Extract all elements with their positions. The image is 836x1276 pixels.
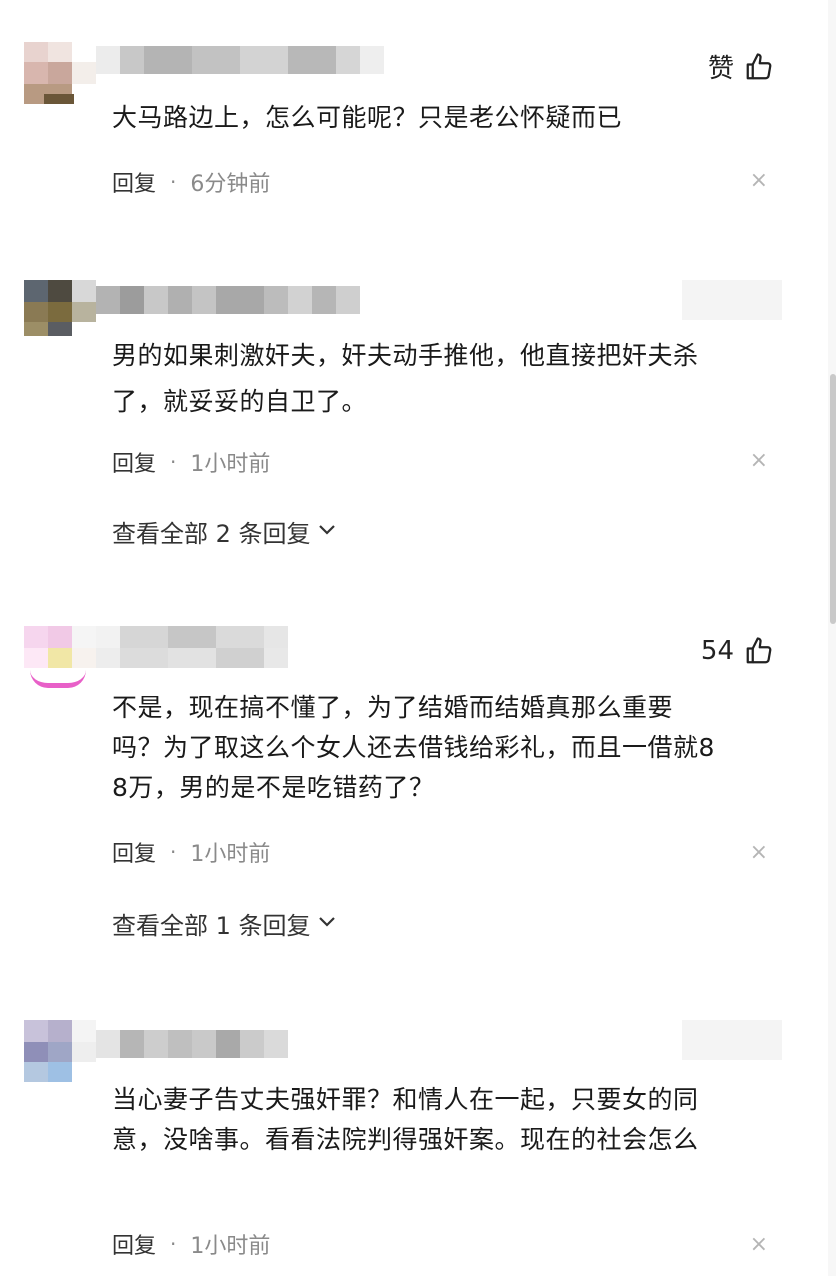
comment-text-line: 吗？为了取这么个女人还去借钱给彩礼，而且一借就8	[112, 733, 715, 762]
avatar[interactable]	[24, 42, 96, 104]
avatar[interactable]	[24, 1020, 96, 1082]
avatar[interactable]	[24, 626, 96, 688]
comment-text: 大马路边上，怎么可能呢？只是老公怀疑而已	[112, 103, 623, 132]
comment-text: 男的如果刺激奸夫，奸夫动手推他，他直接把奸夫杀 了，就妥妥的自卫了。	[112, 336, 772, 422]
comment-text: 不是，现在搞不懂了，为了结婚而结婚真那么重要 吗？为了取这么个女人还去借钱给彩礼…	[112, 688, 772, 808]
separator-dot: ·	[170, 1232, 177, 1256]
reply-button[interactable]: 回复	[112, 836, 156, 868]
close-icon[interactable]: ×	[750, 168, 768, 193]
avatar[interactable]	[24, 280, 96, 342]
comment-text-line: 不是，现在搞不懂了，为了结婚而结婚真那么重要	[112, 693, 674, 722]
comment-time: 1小时前	[190, 452, 271, 477]
comment-text-line: 男的如果刺激奸夫，奸夫动手推他，他直接把奸夫杀	[112, 341, 699, 370]
reply-button[interactable]: 回复	[112, 166, 156, 198]
comment-text-line: 8万，男的是不是吃错药了？	[112, 773, 435, 802]
comment-time: 1小时前	[190, 1234, 271, 1259]
reply-button[interactable]: 回复	[112, 446, 156, 478]
view-all-replies-label: 查看全部 2 条回复	[112, 520, 311, 548]
comment-time: 1小时前	[190, 842, 271, 867]
comment-time: 6分钟前	[190, 172, 271, 197]
comment-meta: 回复 · 1小时前	[112, 1228, 270, 1260]
view-all-replies-label: 查看全部 1 条回复	[112, 912, 311, 940]
comment-text-line: 当心妻子告丈夫强奸罪？和情人在一起，只要女的同	[112, 1085, 699, 1114]
comment-text-line: 意，没啥事。看看法院判得强奸案。现在的社会怎么	[112, 1125, 699, 1154]
view-all-replies-link[interactable]: 查看全部 1 条回复	[112, 906, 337, 941]
username-blurred[interactable]	[96, 46, 384, 74]
comment-meta: 回复 · 6分钟前	[112, 166, 270, 198]
reply-button[interactable]: 回复	[112, 1228, 156, 1260]
like-button[interactable]: 54	[701, 636, 774, 666]
username-blurred-row2	[96, 648, 288, 668]
close-icon[interactable]: ×	[750, 1232, 768, 1257]
comment-text-line: 了，就妥妥的自卫了。	[112, 387, 368, 416]
comment-text: 当心妻子告丈夫强奸罪？和情人在一起，只要女的同 意，没啥事。看看法院判得强奸案。…	[112, 1080, 772, 1160]
thumbs-up-icon	[746, 52, 772, 79]
chevron-down-icon	[317, 522, 337, 541]
like-count: 54	[700, 636, 734, 666]
scrollbar-thumb[interactable]	[830, 374, 836, 624]
comment-meta: 回复 · 1小时前	[112, 836, 270, 868]
scrollbar-track[interactable]	[828, 0, 836, 1276]
separator-dot: ·	[170, 170, 177, 194]
thumbs-up-icon	[746, 637, 772, 664]
username-blurred[interactable]	[96, 1030, 288, 1058]
like-button[interactable]: 赞	[708, 48, 774, 85]
username-blurred[interactable]	[96, 286, 360, 314]
like-label: 赞	[707, 54, 734, 84]
chevron-down-icon	[317, 914, 337, 933]
separator-dot: ·	[170, 840, 177, 864]
view-all-replies-link[interactable]: 查看全部 2 条回复	[112, 514, 337, 549]
close-icon[interactable]: ×	[750, 840, 768, 865]
close-icon[interactable]: ×	[750, 448, 768, 473]
like-button-faded[interactable]	[682, 1020, 782, 1060]
separator-dot: ·	[170, 450, 177, 474]
comment-meta: 回复 · 1小时前	[112, 446, 270, 478]
like-button-faded[interactable]	[682, 280, 782, 320]
